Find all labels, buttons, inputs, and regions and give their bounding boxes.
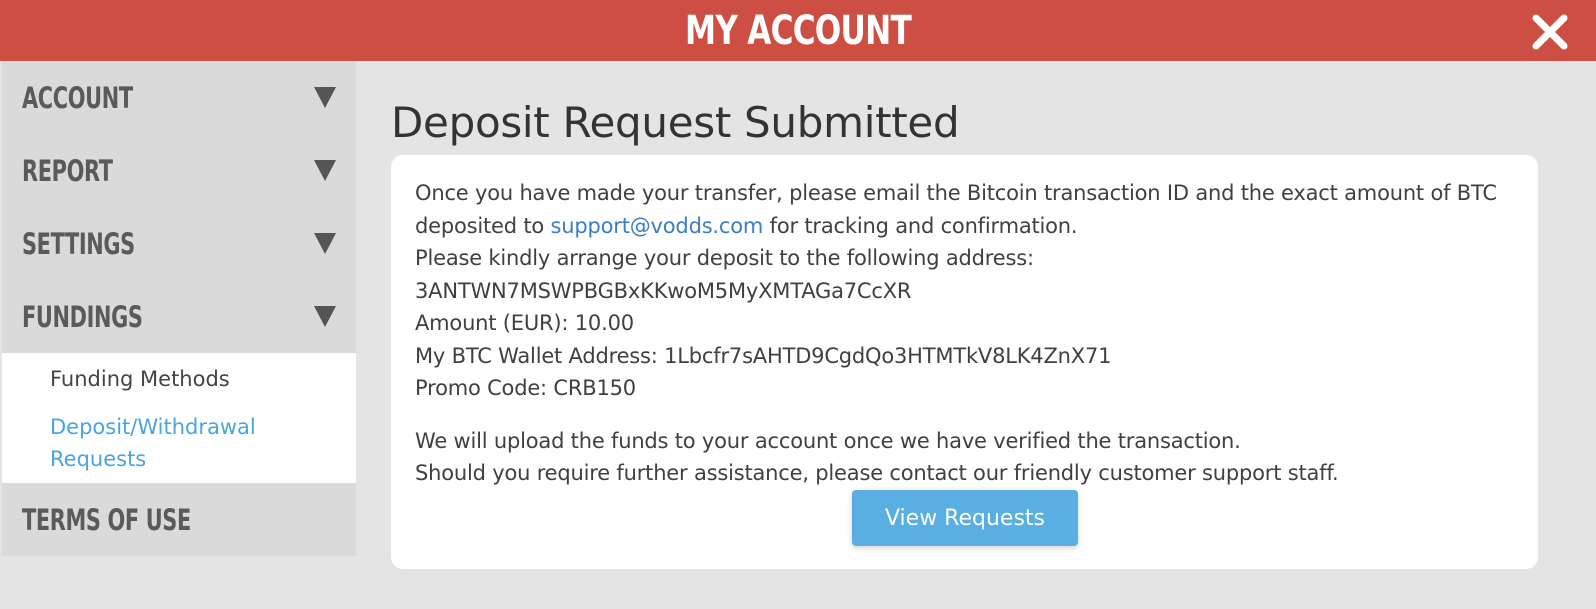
promo-label: Promo Code: xyxy=(415,376,554,400)
sidebar-item-label: FUNDINGS xyxy=(22,299,143,334)
sidebar-item-label: SETTINGS xyxy=(22,226,135,261)
message-line: deposited to support@vodds.com for track… xyxy=(415,210,1525,243)
sidebar-item-label: REPORT xyxy=(22,153,113,188)
message-line: Once you have made your transfer, please… xyxy=(415,181,1497,205)
message-line: We will upload the funds to your account… xyxy=(415,428,1241,453)
message-text: for tracking and confirmation. xyxy=(763,213,1078,238)
promo-value: CRB150 xyxy=(553,376,636,400)
triangle-down-icon xyxy=(314,306,336,327)
submenu-item-label: Deposit/Withdrawal xyxy=(50,415,256,439)
support-email-link[interactable]: support@vodds.com xyxy=(551,214,764,238)
triangle-down-icon xyxy=(314,233,336,254)
deposit-address: 3ANTWN7MSWPBGBxKKwoM5MyXMTAGa7CcXR xyxy=(415,278,912,303)
promo-line: Promo Code: CRB150 xyxy=(415,372,1525,405)
triangle-down-icon xyxy=(314,160,336,181)
sidebar-item-label: ACCOUNT xyxy=(22,80,133,115)
sidebar: ACCOUNT REPORT SETTINGS FUNDINGS Funding… xyxy=(2,61,356,558)
amount-label: Amount (EUR): xyxy=(415,311,575,335)
wallet-value: 1Lbcfr7sAHTD9CgdQo3HTMTkV8LK4ZnX71 xyxy=(664,343,1112,368)
message-line: Should you require further assistance, p… xyxy=(415,461,1339,485)
view-requests-button[interactable]: View Requests xyxy=(852,490,1078,546)
content-heading: Deposit Request Submitted xyxy=(391,98,960,147)
close-icon xyxy=(1532,14,1568,50)
confirmation-message: Once you have made your transfer, please… xyxy=(415,177,1525,490)
header-bar: MY ACCOUNT xyxy=(0,0,1596,61)
sidebar-item-report[interactable]: REPORT xyxy=(2,134,356,207)
submenu-item-funding-methods[interactable]: Funding Methods xyxy=(2,363,356,395)
submenu-item-label: Requests xyxy=(50,447,147,471)
message-text: deposited to xyxy=(415,213,551,238)
message-line: Please kindly arrange your deposit to th… xyxy=(415,246,1034,270)
sidebar-item-settings[interactable]: SETTINGS xyxy=(2,207,356,280)
deposit-confirmation-card: Once you have made your transfer, please… xyxy=(391,155,1538,569)
close-button[interactable] xyxy=(1530,12,1570,52)
page-title: MY ACCOUNT xyxy=(685,7,912,54)
fundings-submenu: Funding Methods Deposit/Withdrawal Reque… xyxy=(2,353,356,483)
wallet-line: My BTC Wallet Address: 1Lbcfr7sAHTD9CgdQ… xyxy=(415,340,1525,373)
sidebar-item-label: TERMS OF USE xyxy=(22,502,191,537)
submenu-item-deposit-withdrawal-requests[interactable]: Deposit/Withdrawal Requests xyxy=(2,411,356,475)
wallet-label: My BTC Wallet Address: xyxy=(415,343,665,368)
sidebar-item-account[interactable]: ACCOUNT xyxy=(2,61,356,134)
sidebar-item-terms-of-use[interactable]: TERMS OF USE xyxy=(2,483,356,556)
triangle-down-icon xyxy=(314,87,336,108)
amount-line: Amount (EUR): 10.00 xyxy=(415,307,1525,340)
amount-value: 10.00 xyxy=(574,311,634,335)
sidebar-item-fundings[interactable]: FUNDINGS xyxy=(2,280,356,353)
